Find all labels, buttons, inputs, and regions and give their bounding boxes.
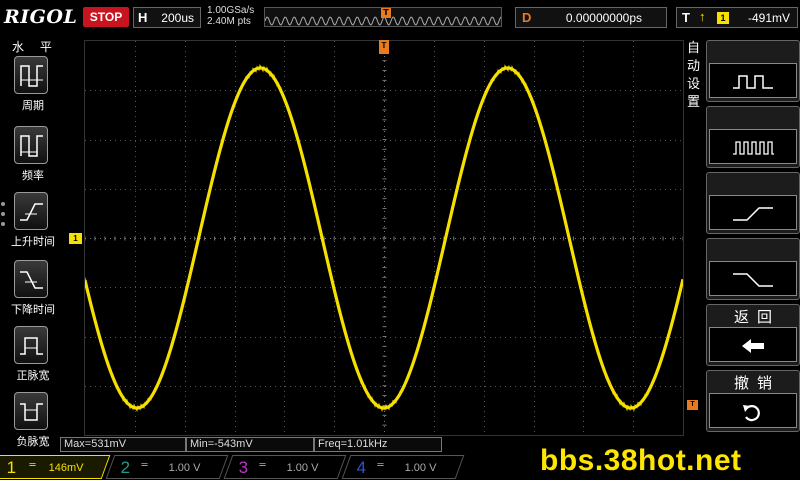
measure-rise-time-button[interactable]: 上升时间 bbox=[8, 192, 58, 249]
rise-time-icon bbox=[20, 203, 43, 221]
measure-frequency-button[interactable]: 频率 bbox=[8, 126, 58, 183]
frequency-icon bbox=[20, 135, 43, 157]
back-arrow-icon bbox=[742, 339, 764, 353]
channel-3-tab[interactable]: 3 ═ 1.00 V bbox=[223, 455, 347, 479]
menu-title: 水 平 bbox=[12, 40, 58, 54]
channel-2-number: 2 bbox=[120, 458, 131, 477]
channel-3-number: 3 bbox=[238, 458, 249, 477]
measurement-freq[interactable]: Freq=1.01kHz bbox=[314, 437, 442, 452]
measure-positive-width-button[interactable]: 正脉宽 bbox=[8, 326, 58, 383]
measure-fall-time-label: 下降时间 bbox=[11, 303, 55, 316]
channel-1-number: 1 bbox=[6, 458, 17, 477]
ch1-offset-marker[interactable]: 1 bbox=[69, 233, 82, 244]
timebase-box[interactable]: H 200us bbox=[133, 7, 201, 28]
channel-4-tab[interactable]: 4 ═ 1.00 V bbox=[341, 455, 465, 479]
back-button[interactable]: 返回 bbox=[706, 304, 800, 366]
channel-2-scale: 1.00 V bbox=[168, 462, 201, 474]
grid-lines bbox=[85, 41, 683, 435]
multi-period-icon bbox=[733, 75, 773, 89]
timebase-key: H bbox=[138, 10, 148, 25]
period-icon bbox=[20, 65, 43, 87]
fall-time-icon bbox=[20, 271, 43, 289]
dc-coupling-icon: ═ bbox=[377, 460, 384, 471]
measure-frequency-label: 频率 bbox=[22, 169, 44, 182]
trigger-position-marker[interactable]: T bbox=[379, 40, 389, 54]
delay-key: D bbox=[522, 10, 532, 25]
trigger-channel: 1 bbox=[717, 12, 729, 24]
brand-logo: RIGOL bbox=[4, 6, 78, 28]
trigger-key: T bbox=[682, 10, 690, 25]
undo-button[interactable]: 撤销 bbox=[706, 370, 800, 432]
autoset-menu: 自动设置 返回 撤销 bbox=[684, 36, 800, 440]
measure-negative-width-button[interactable]: 负脉宽 bbox=[8, 392, 58, 449]
autoset-single-period-button[interactable] bbox=[706, 106, 800, 168]
dc-coupling-icon: ═ bbox=[29, 460, 36, 471]
trigger-level: -491mV bbox=[747, 11, 790, 25]
acquisition-info: 1.00GSa/s 2.40M pts bbox=[207, 5, 254, 27]
memory-depth: 2.40M pts bbox=[207, 16, 251, 27]
measurement-min[interactable]: Min=-543mV bbox=[186, 437, 314, 452]
measure-fall-time-button[interactable]: 下降时间 bbox=[8, 260, 58, 317]
measure-menu: 水 平 周期 频率 上升时间 下降时间 正脉宽 负脉宽 bbox=[0, 36, 66, 454]
page-indicator bbox=[1, 202, 7, 232]
delay-box[interactable]: D 0.00000000ps bbox=[515, 7, 667, 28]
channel-1-tab[interactable]: 1 ═ 146mV bbox=[0, 455, 111, 479]
waveform-display[interactable] bbox=[84, 40, 684, 436]
autoset-rising-edge-button[interactable] bbox=[706, 172, 800, 234]
measurement-max[interactable]: Max=531mV bbox=[60, 437, 186, 452]
measure-positive-width-label: 正脉宽 bbox=[16, 369, 50, 382]
back-button-label: 返回 bbox=[733, 308, 780, 326]
timebase-value: 200us bbox=[161, 11, 194, 25]
run-stop-status[interactable]: STOP bbox=[83, 7, 129, 27]
autoset-multi-period-button[interactable] bbox=[706, 40, 800, 102]
watermark: bbs.38hot.net bbox=[540, 444, 742, 477]
autoset-menu-title: 自动设置 bbox=[687, 41, 701, 110]
positive-width-icon bbox=[20, 337, 43, 355]
undo-icon bbox=[743, 405, 760, 422]
memory-trigger-marker: T bbox=[381, 8, 391, 18]
dc-coupling-icon: ═ bbox=[259, 460, 266, 471]
measure-period-button[interactable]: 周期 bbox=[8, 56, 58, 113]
channel-1-scale: 146mV bbox=[48, 462, 84, 474]
dc-coupling-icon: ═ bbox=[141, 460, 148, 471]
channel-4-scale: 1.00 V bbox=[404, 462, 437, 474]
graticule bbox=[85, 41, 683, 435]
measure-negative-width-label: 负脉宽 bbox=[16, 435, 50, 448]
negative-width-icon bbox=[20, 403, 43, 421]
autoset-falling-edge-button[interactable] bbox=[706, 238, 800, 300]
measure-rise-time-label: 上升时间 bbox=[11, 235, 55, 248]
sample-rate: 1.00GSa/s bbox=[207, 5, 255, 16]
undo-button-label: 撤销 bbox=[733, 374, 780, 392]
single-period-icon bbox=[733, 141, 774, 155]
delay-value: 0.00000000ps bbox=[565, 11, 642, 25]
channel-3-scale: 1.00 V bbox=[286, 462, 319, 474]
channel-4-number: 4 bbox=[356, 458, 367, 477]
measure-period-label: 周期 bbox=[22, 99, 44, 112]
rising-edge-icon bbox=[733, 207, 773, 221]
trigger-box[interactable]: T ↑ 1 -491mV bbox=[676, 7, 798, 28]
top-status-bar: RIGOL STOP H 200us 1.00GSa/s 2.40M pts T… bbox=[0, 0, 800, 36]
channel-2-tab[interactable]: 2 ═ 1.00 V bbox=[105, 455, 229, 479]
rising-edge-trigger-icon: ↑ bbox=[699, 9, 706, 24]
falling-edge-icon bbox=[733, 273, 773, 287]
memory-overview-bar: T bbox=[264, 7, 502, 27]
